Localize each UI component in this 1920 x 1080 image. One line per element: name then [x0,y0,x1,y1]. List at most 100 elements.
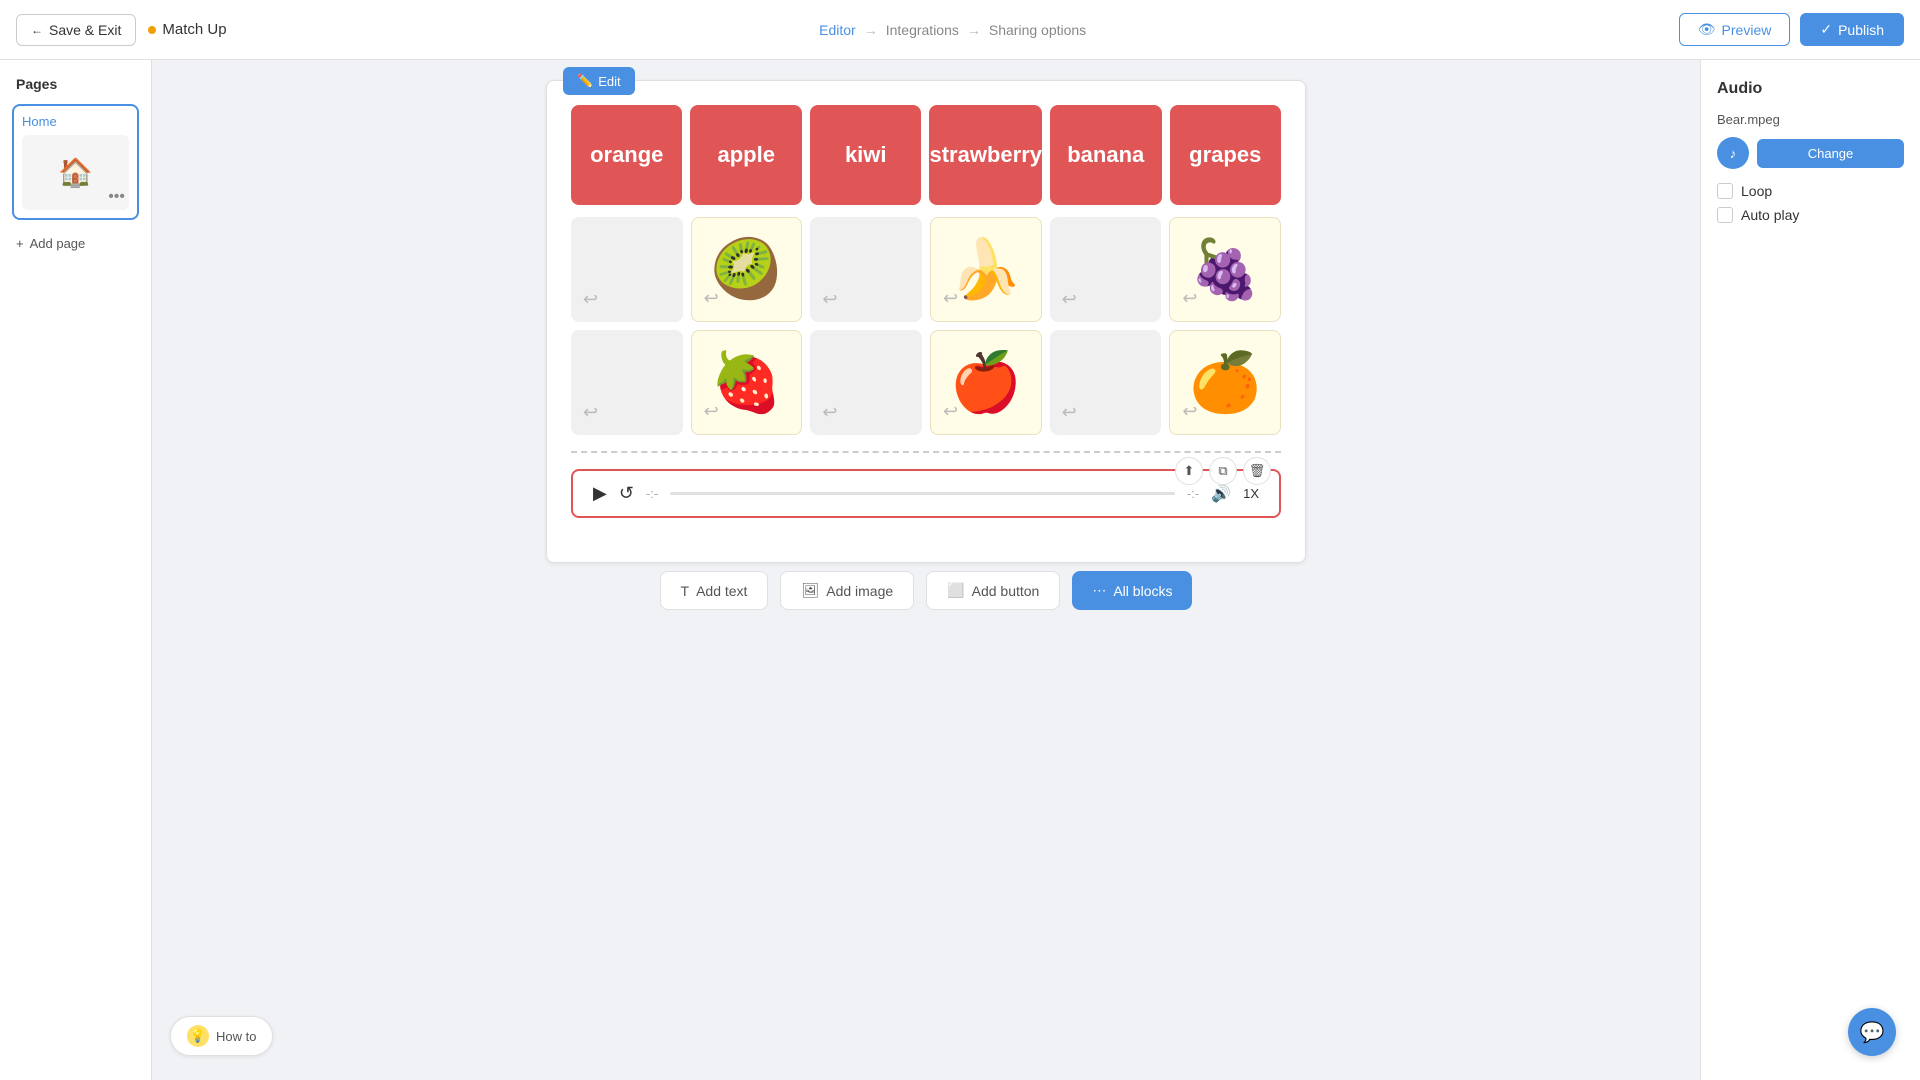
image-slot-7[interactable]: ↩ [571,330,683,435]
image-slot-8[interactable]: 🍓 ↩ [691,330,803,435]
image-slot-12[interactable]: 🍊 ↩ [1169,330,1281,435]
page-thumbnail: 🏠 ••• [22,135,129,210]
retry-icon-5: ↩ [1062,289,1077,310]
edit-button[interactable]: ✏️ Edit [563,67,635,95]
nav-integrations[interactable]: Integrations [886,22,959,38]
add-button-button[interactable]: ⬜ Add button [926,571,1060,610]
nav-arrow-2: → [967,22,981,38]
pencil-icon: ✏️ [577,73,593,89]
retry-icon-11: ↩ [1062,402,1077,423]
plus-icon: + [16,236,24,251]
image-slot-3[interactable]: ↩ [810,217,922,322]
add-blocks-row: T Add text 🖼 Add image ⬜ Add button ⋯ Al… [660,571,1193,610]
word-card-kiwi[interactable]: kiwi [810,105,922,205]
panel-title: Audio [1717,80,1904,98]
replay-button[interactable]: ↺ [619,483,634,504]
all-blocks-button[interactable]: ⋯ All blocks [1072,571,1192,610]
player-progress-bar[interactable] [670,492,1175,495]
word-row: orange apple kiwi strawberry banana grap… [571,105,1281,205]
text-icon: T [681,583,690,599]
retry-icon-7: ↩ [583,402,598,423]
chat-button[interactable]: 💬 [1848,1008,1896,1056]
button-icon: ⬜ [947,582,964,599]
word-card-apple[interactable]: apple [690,105,802,205]
autoplay-checkbox[interactable] [1717,207,1733,223]
topbar: Save & Exit Match Up Editor → Integratio… [0,0,1920,60]
publish-button[interactable]: ✓ Publish [1800,13,1904,46]
image-slot-2[interactable]: 🥝 ↩ [691,217,803,322]
topbar-actions: 👁 Preview ✓ Publish [1679,13,1904,46]
loop-label: Loop [1741,183,1772,199]
autoplay-checkbox-row: Auto play [1717,207,1904,223]
player-delete-button[interactable]: 🗑 [1243,457,1271,485]
retry-icon-9: ↩ [822,402,837,423]
retry-icon-8: ↩ [704,401,719,422]
document-title: Match Up [148,21,226,38]
check-icon: ✓ [1820,21,1832,38]
play-button[interactable]: ▶ [593,483,607,504]
page-card-home[interactable]: Home 🏠 ••• [12,104,139,220]
eye-icon: 👁 [1698,21,1716,38]
add-page-button[interactable]: + Add page [12,232,139,255]
image-slot-11[interactable]: ↩ [1050,330,1162,435]
volume-icon[interactable]: 🔊 [1211,484,1231,504]
nav-arrow-1: → [864,22,878,38]
player-time-current: -:- [646,486,658,501]
audio-play-button[interactable]: ♪ [1717,137,1749,169]
image-slot-1[interactable]: ↩ [571,217,683,322]
image-icon: 🖼 [801,582,819,599]
retry-icon-1: ↩ [583,289,598,310]
player-upload-button[interactable]: ⬆ [1175,457,1203,485]
loop-checkbox-row: Loop [1717,183,1904,199]
player-action-buttons: ⬆ ⧉ 🗑 [1175,457,1271,485]
nav-sharing[interactable]: Sharing options [989,22,1086,38]
strawberry-image: 🍓 [710,354,782,412]
banana-image: 🍌 [950,241,1022,299]
player-time-end: -:- [1187,486,1199,501]
word-card-grapes[interactable]: grapes [1170,105,1281,205]
retry-icon-10: ↩ [943,401,958,422]
add-image-button[interactable]: 🖼 Add image [780,571,914,610]
word-card-strawberry[interactable]: strawberry [929,105,1042,205]
page-home-label: Home [22,114,129,129]
audio-controls: ♪ Change [1717,137,1904,169]
image-slot-4[interactable]: 🍌 ↩ [930,217,1042,322]
change-audio-button[interactable]: Change [1757,139,1904,168]
page-more-button[interactable]: ••• [108,188,125,206]
retry-icon-3: ↩ [822,289,837,310]
grid-icon: ⋯ [1092,582,1106,599]
image-row-1: ↩ 🥝 ↩ ↩ 🍌 ↩ ↩ 🍇 ↩ [571,217,1281,322]
word-card-orange[interactable]: orange [571,105,682,205]
image-slot-5[interactable]: ↩ [1050,217,1162,322]
orange-image: 🍊 [1189,354,1261,412]
image-slot-9[interactable]: ↩ [810,330,922,435]
home-icon: 🏠 [58,156,93,189]
pages-title: Pages [12,76,139,92]
canvas-area: ✏️ Edit orange apple kiwi strawberry ba [152,60,1700,1080]
chat-icon: 💬 [1860,1020,1885,1045]
unsaved-indicator [148,26,156,34]
how-to-button[interactable]: 💡 How to [170,1016,273,1056]
image-slot-6[interactable]: 🍇 ↩ [1169,217,1281,322]
section-divider [571,451,1281,453]
retry-icon-6: ↩ [1182,288,1197,309]
right-panel: Audio Bear.mpeg ♪ Change Loop Auto play [1700,60,1920,1080]
add-text-button[interactable]: T Add text [660,571,769,610]
retry-icon-12: ↩ [1182,401,1197,422]
retry-icon-4: ↩ [943,288,958,309]
save-exit-button[interactable]: Save & Exit [16,14,136,46]
autoplay-label: Auto play [1741,207,1799,223]
word-card-banana[interactable]: banana [1050,105,1162,205]
topbar-nav: Editor → Integrations → Sharing options [239,22,1667,38]
retry-icon-2: ↩ [704,288,719,309]
image-slot-10[interactable]: 🍎 ↩ [930,330,1042,435]
kiwi-image: 🥝 [710,241,782,299]
preview-button[interactable]: 👁 Preview [1679,13,1791,46]
canvas-container: ✏️ Edit orange apple kiwi strawberry ba [546,80,1306,563]
apple-image: 🍎 [950,354,1022,412]
loop-checkbox[interactable] [1717,183,1733,199]
nav-editor[interactable]: Editor [819,22,856,38]
player-speed[interactable]: 1X [1243,486,1259,501]
audio-filename: Bear.mpeg [1717,112,1904,127]
player-copy-button[interactable]: ⧉ [1209,457,1237,485]
